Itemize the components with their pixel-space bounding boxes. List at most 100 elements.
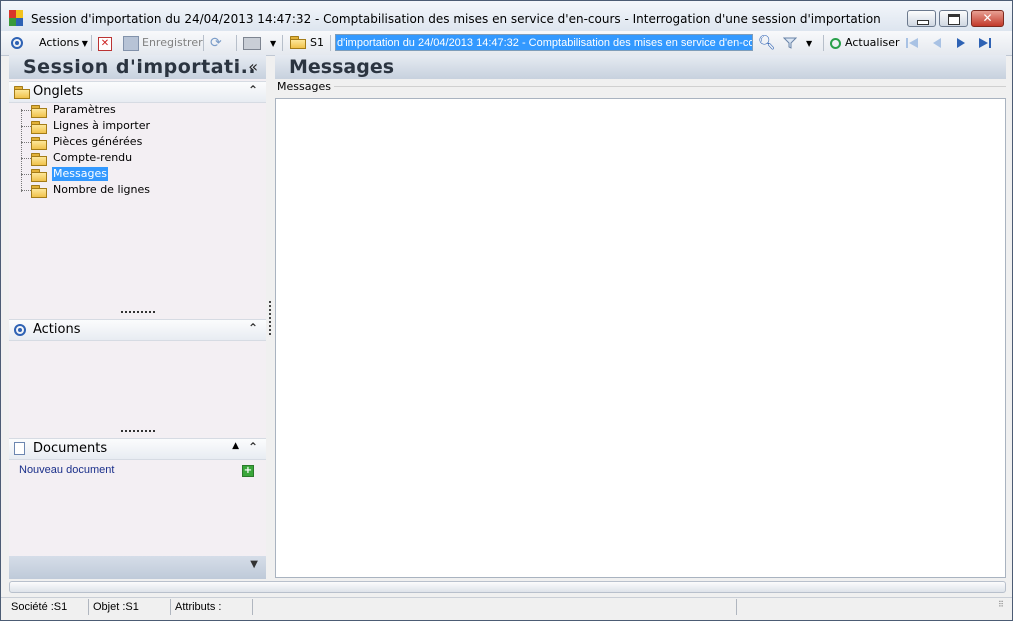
folder-icon	[31, 153, 47, 166]
company-label: S1	[310, 36, 324, 49]
last-record-icon[interactable]	[978, 36, 992, 50]
previous-record-icon[interactable]	[930, 36, 944, 50]
left-panel-footer: ▼	[9, 556, 266, 579]
left-panel-title: Session d'importati..	[23, 56, 257, 78]
collapse-section-icon[interactable]: ⌃	[248, 440, 258, 454]
tree-line	[21, 109, 22, 192]
add-document-icon[interactable]: +	[242, 465, 254, 477]
status-object: Objet :S1	[91, 599, 171, 615]
toolbar-separator	[330, 35, 331, 51]
save-icon	[123, 35, 139, 51]
close-button[interactable]: ✕	[971, 10, 1004, 27]
chevron-down-icon[interactable]: ▼	[250, 559, 258, 570]
target-circle-icon	[14, 324, 26, 336]
search-field[interactable]	[335, 34, 753, 51]
funnel-icon	[782, 37, 798, 49]
new-document-link[interactable]: Nouveau document	[19, 464, 114, 476]
tab-lignes-a-importer[interactable]: Lignes à importer	[52, 119, 151, 133]
toolbar-separator	[236, 35, 237, 51]
tab-messages[interactable]: Messages	[52, 167, 108, 181]
toolbar: Actions ▼ ✕ Enregistrer ⟳ ▼ S1 🔍︎ ▼ Actu…	[1, 31, 1012, 56]
tree-line	[21, 174, 31, 175]
document-icon	[14, 442, 25, 455]
filter-button[interactable]: ▼	[782, 34, 813, 52]
refresh-icon	[830, 37, 841, 49]
collapse-panel-icon[interactable]: «	[248, 57, 258, 76]
tabs-section-header[interactable]: Onglets ⌃	[9, 81, 266, 103]
title-bar[interactable]: Session d'importation du 24/04/2013 14:4…	[1, 1, 1012, 31]
main-header: Messages	[275, 55, 1006, 79]
refresh-label: Actualiser	[845, 36, 900, 49]
folder-icon	[14, 86, 30, 99]
tab-parametres[interactable]: Paramètres	[52, 103, 117, 117]
messages-group-label: Messages	[277, 80, 334, 93]
save-label: Enregistrer	[142, 36, 203, 49]
tab-compte-rendu[interactable]: Compte-rendu	[52, 151, 133, 165]
actions-menu-button[interactable]: Actions ▼	[39, 34, 88, 52]
collapse-section-icon[interactable]: ⌃	[248, 321, 258, 335]
minimize-button[interactable]	[907, 10, 936, 27]
window-title: Session d'importation du 24/04/2013 14:4…	[31, 12, 881, 26]
status-company: Société :S1	[9, 599, 89, 615]
application-window: Session d'importation du 24/04/2013 14:4…	[0, 0, 1013, 621]
tree-line	[21, 142, 31, 143]
actions-section-label: Actions	[33, 322, 81, 337]
section-resize-grip[interactable]	[121, 311, 155, 313]
delete-icon: ✕	[98, 37, 112, 51]
toolbar-separator	[203, 35, 204, 51]
collapse-section-icon[interactable]: ⌃	[248, 83, 258, 97]
dropdown-arrow-icon: ▼	[79, 39, 88, 48]
tree-line	[21, 126, 31, 127]
tree-line	[21, 190, 31, 191]
panel-splitter[interactable]	[269, 301, 271, 335]
page-title: Messages	[289, 56, 395, 78]
refresh-arrows-icon: ⟳	[210, 35, 222, 51]
actions-menu-label: Actions	[39, 36, 80, 49]
messages-area[interactable]	[275, 98, 1006, 578]
search-input[interactable]	[336, 35, 752, 50]
app-logo-icon	[9, 10, 23, 26]
target-circle-icon	[11, 37, 23, 49]
refresh-button[interactable]: Actualiser	[830, 34, 900, 52]
tabs-section-label: Onglets	[33, 84, 84, 99]
minimize-icon	[908, 11, 935, 26]
status-bar: Société :S1 Objet :S1 Attributs : ⠿	[1, 597, 1012, 620]
magnifier-icon: 🔍︎	[758, 35, 776, 51]
toolbar-separator	[282, 35, 283, 51]
save-button[interactable]: Enregistrer	[123, 34, 203, 52]
search-button[interactable]: 🔍︎	[758, 34, 776, 52]
first-record-icon[interactable]	[905, 36, 919, 50]
status-attributes: Attributs :	[173, 599, 253, 615]
toolbar-separator	[91, 35, 92, 51]
tree-line	[21, 110, 31, 111]
folder-icon	[31, 137, 47, 150]
maximize-button[interactable]	[939, 10, 968, 27]
status-empty-cell	[255, 599, 737, 615]
company-button[interactable]: S1	[290, 34, 324, 52]
left-panel-header: Session d'importati.. «	[9, 55, 266, 79]
group-divider	[334, 86, 1006, 87]
toolbar-separator	[823, 35, 824, 51]
left-panel: Session d'importati.. « Onglets ⌃ Paramè…	[9, 55, 266, 579]
maximize-icon	[940, 11, 967, 26]
chevron-up-icon[interactable]: ▲	[232, 441, 239, 451]
actions-section-header[interactable]: Actions ⌃	[9, 319, 266, 341]
target-circle-icon[interactable]	[11, 34, 23, 52]
section-resize-grip[interactable]	[121, 430, 155, 432]
tree-line	[21, 158, 31, 159]
resize-grip-icon[interactable]: ⠿	[998, 601, 1008, 612]
refresh-arrows-button[interactable]: ⟳	[210, 34, 222, 52]
next-record-icon[interactable]	[954, 36, 968, 50]
dropdown-arrow-icon: ▼	[806, 39, 813, 48]
documents-section-header[interactable]: Documents ▲ ⌃	[9, 438, 266, 460]
delete-button[interactable]: ✕	[98, 34, 112, 52]
tab-nombre-de-lignes[interactable]: Nombre de lignes	[52, 183, 151, 197]
horizontal-scrollbar[interactable]	[9, 581, 1006, 593]
documents-section-label: Documents	[33, 441, 108, 456]
status-empty-cell	[739, 599, 989, 615]
open-folder-icon	[31, 169, 47, 182]
printer-icon	[243, 36, 261, 50]
tab-pieces-generees[interactable]: Pièces générées	[52, 135, 143, 149]
close-icon: ✕	[982, 11, 993, 25]
print-button[interactable]: ▼	[243, 34, 276, 52]
